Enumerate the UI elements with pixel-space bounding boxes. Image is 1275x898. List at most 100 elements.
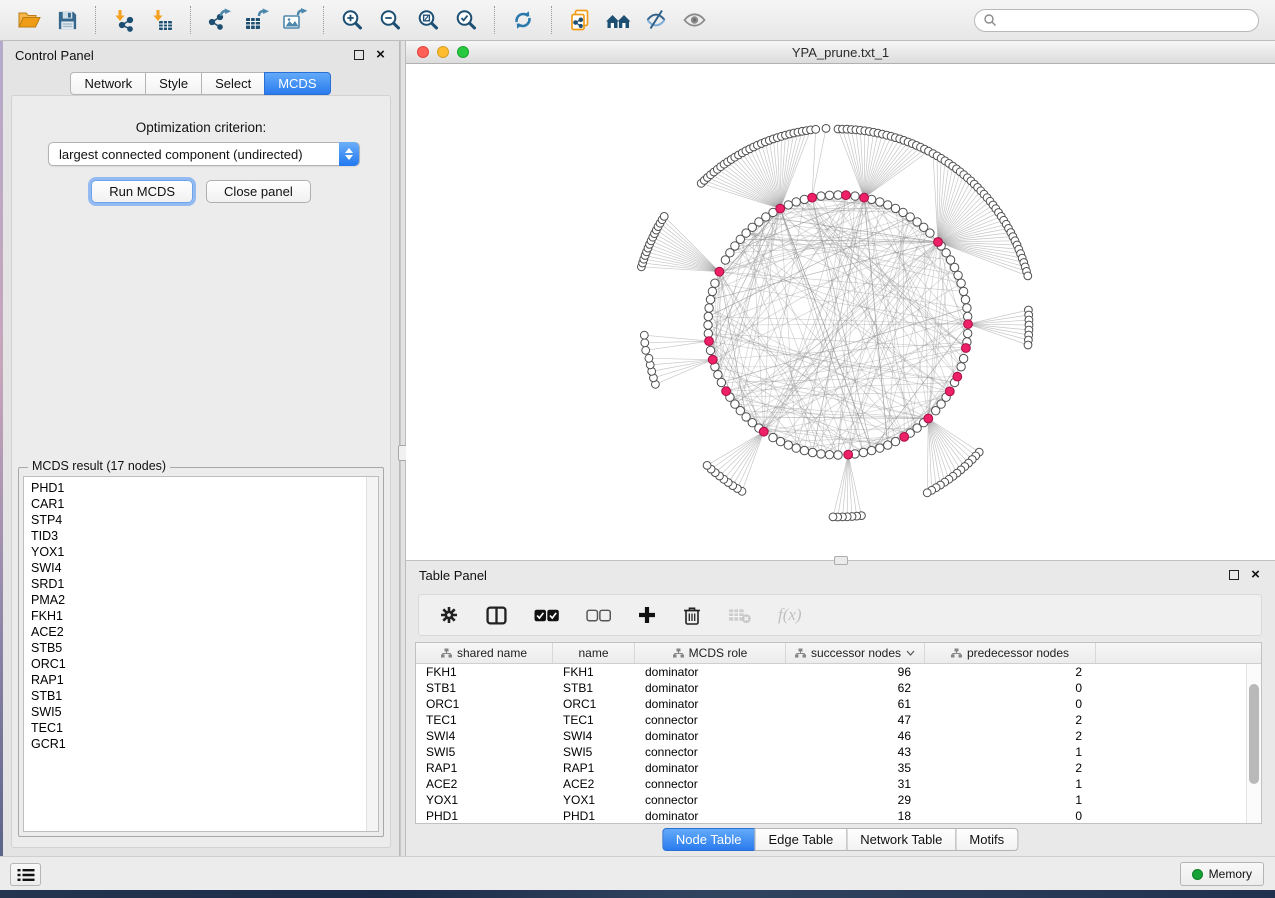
graph-node[interactable]	[817, 450, 825, 458]
delete-column-button[interactable]	[683, 605, 701, 626]
table-scrollbar[interactable]	[1246, 664, 1261, 823]
table-cell[interactable]: 2	[925, 761, 1096, 775]
graph-node[interactable]	[957, 279, 965, 287]
table-row[interactable]: FKH1FKH1dominator962	[416, 664, 1246, 680]
table-cell[interactable]: SWI4	[553, 729, 635, 743]
graph-node[interactable]	[704, 312, 712, 320]
zoom-out-button[interactable]	[375, 5, 405, 35]
table-cell[interactable]: dominator	[635, 681, 786, 695]
graph-hub-node[interactable]	[900, 433, 909, 442]
table-cell[interactable]: 43	[786, 745, 925, 759]
graph-node[interactable]	[704, 321, 712, 329]
graph-hub-node[interactable]	[705, 337, 714, 346]
export-image-button[interactable]	[280, 5, 310, 35]
table-cell[interactable]: 0	[925, 697, 1096, 711]
graph-hub-node[interactable]	[759, 427, 768, 436]
task-history-button[interactable]	[10, 863, 41, 886]
graph-node[interactable]	[884, 201, 892, 209]
window-zoom-icon[interactable]	[457, 46, 469, 58]
graph-hub-node[interactable]	[945, 387, 954, 396]
table-cell[interactable]: dominator	[635, 809, 786, 823]
go-home-button[interactable]	[603, 5, 633, 35]
graph-node[interactable]	[706, 295, 714, 303]
table-row[interactable]: ORC1ORC1dominator610	[416, 696, 1246, 712]
network-window-titlebar[interactable]: YPA_prune.txt_1	[406, 41, 1275, 64]
graph-node[interactable]	[834, 451, 842, 459]
graph-node[interactable]	[711, 279, 719, 287]
export-network-button[interactable]	[204, 5, 234, 35]
graph-node[interactable]	[717, 378, 725, 386]
add-column-button[interactable]	[638, 606, 656, 624]
mcds-result-item[interactable]: PMA2	[31, 592, 378, 608]
control-panel-close-button[interactable]: ×	[374, 49, 387, 62]
graph-hub-node[interactable]	[964, 320, 973, 329]
table-cell[interactable]: SWI5	[553, 745, 635, 759]
mcds-result-item[interactable]: SRD1	[31, 576, 378, 592]
table-panel-close-button[interactable]: ×	[1249, 569, 1262, 582]
zoom-fit-button[interactable]	[413, 5, 443, 35]
graph-node[interactable]	[834, 191, 842, 199]
clear-selection-button[interactable]	[586, 609, 611, 622]
column-header-shared-name[interactable]: shared name	[416, 643, 553, 663]
tab-select[interactable]: Select	[201, 72, 265, 95]
graph-hub-node[interactable]	[842, 191, 851, 200]
graph-node[interactable]	[876, 444, 884, 452]
graph-node[interactable]	[706, 346, 714, 354]
close-panel-button[interactable]: Close panel	[206, 180, 311, 203]
graph-node[interactable]	[792, 444, 800, 452]
graph-node[interactable]	[817, 192, 825, 200]
tab-node-table[interactable]: Node Table	[662, 828, 756, 851]
scrollbar-thumb[interactable]	[1249, 684, 1259, 784]
graph-node[interactable]	[876, 198, 884, 206]
tab-mcds[interactable]: MCDS	[264, 72, 330, 95]
table-cell[interactable]: SWI5	[416, 745, 553, 759]
table-row[interactable]: YOX1YOX1connector291	[416, 792, 1246, 808]
graph-node[interactable]	[792, 198, 800, 206]
graph-node[interactable]	[859, 448, 867, 456]
memory-button[interactable]: Memory	[1180, 862, 1264, 886]
graph-node[interactable]	[784, 441, 792, 449]
table-cell[interactable]: dominator	[635, 697, 786, 711]
table-row[interactable]: STB1STB1dominator620	[416, 680, 1246, 696]
mcds-result-item[interactable]: CAR1	[31, 496, 378, 512]
graph-hub-node[interactable]	[776, 204, 785, 213]
graph-node[interactable]	[812, 125, 820, 133]
show-graphics-details-button[interactable]	[679, 5, 709, 35]
table-cell[interactable]: 0	[925, 681, 1096, 695]
hide-graphics-details-button[interactable]	[641, 5, 671, 35]
table-cell[interactable]: 61	[786, 697, 925, 711]
table-cell[interactable]: RAP1	[416, 761, 553, 775]
mcds-result-item[interactable]: GCR1	[31, 736, 378, 752]
graph-node[interactable]	[705, 304, 713, 312]
mcds-result-item[interactable]: ORC1	[31, 656, 378, 672]
mcds-list-scrollbar[interactable]	[366, 477, 378, 831]
table-cell[interactable]: TEC1	[416, 713, 553, 727]
table-row[interactable]: SWI4SWI4dominator462	[416, 728, 1246, 744]
graph-node[interactable]	[645, 354, 653, 362]
table-cell[interactable]: STB1	[553, 681, 635, 695]
graph-node[interactable]	[642, 346, 650, 354]
horizontal-splitter-handle[interactable]	[834, 556, 848, 565]
open-session-button[interactable]	[14, 5, 44, 35]
tab-edge-table[interactable]: Edge Table	[754, 828, 847, 851]
table-cell[interactable]: FKH1	[416, 665, 553, 679]
table-cell[interactable]: ACE2	[553, 777, 635, 791]
graph-node[interactable]	[800, 446, 808, 454]
network-canvas[interactable]	[406, 65, 1275, 560]
column-header-predecessor-nodes[interactable]: predecessor nodes	[925, 643, 1096, 663]
column-header-successor-nodes[interactable]: successor nodes	[786, 643, 925, 663]
mcds-result-item[interactable]: YOX1	[31, 544, 378, 560]
table-cell[interactable]: 1	[925, 777, 1096, 791]
graph-node[interactable]	[808, 448, 816, 456]
table-cell[interactable]: TEC1	[553, 713, 635, 727]
show-columns-button[interactable]	[486, 606, 507, 625]
run-mcds-button[interactable]: Run MCDS	[91, 180, 193, 203]
graph-node[interactable]	[784, 201, 792, 209]
table-cell[interactable]: 0	[925, 809, 1096, 823]
table-cell[interactable]: 31	[786, 777, 925, 791]
optimization-criterion-dropdown[interactable]: largest connected component (undirected)	[48, 142, 360, 166]
table-cell[interactable]: PHD1	[553, 809, 635, 823]
zoom-selected-button[interactable]	[451, 5, 481, 35]
graph-node[interactable]	[961, 295, 969, 303]
graph-node[interactable]	[957, 363, 965, 371]
